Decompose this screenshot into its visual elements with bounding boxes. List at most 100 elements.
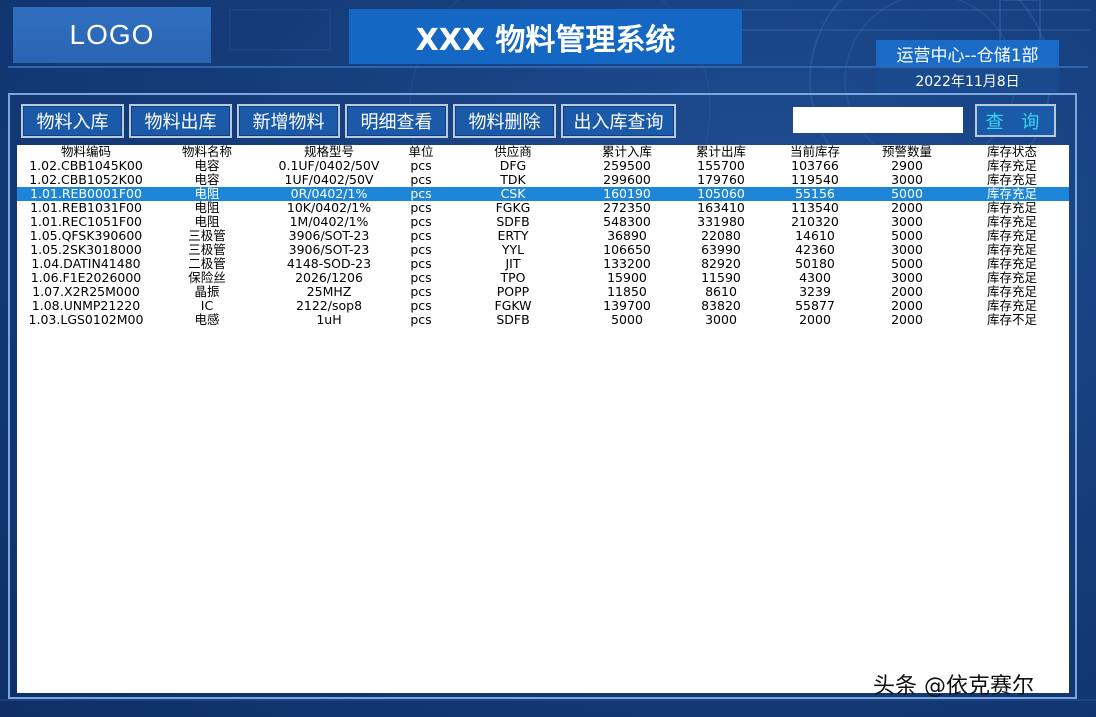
table-cell: FGKG — [495, 201, 531, 215]
table-cell: 1.03.LGS0102M00 — [28, 313, 144, 327]
table-row[interactable]: 1.05.2SK3018000 三极管 3906/SOT-23 pcs YYL 10665… — [17, 243, 1069, 257]
table-cell: IC — [200, 299, 214, 313]
stock-in-button[interactable]: 物料入库 — [21, 104, 124, 138]
table-cell: 3000 — [891, 243, 923, 257]
table-cell: 库存充足 — [986, 299, 1037, 313]
column-header: 预警数量 — [881, 145, 932, 159]
table-cell: pcs — [410, 313, 432, 327]
date-label: 2022年11月8日 — [876, 68, 1059, 94]
table-cell: 11850 — [607, 285, 647, 299]
table-cell: 2000 — [891, 313, 923, 327]
table-row[interactable]: 1.02.CBB1052K00 电容 1UF/0402/50V pcs TDK 29960… — [17, 173, 1069, 187]
table-cell: 1uH — [316, 313, 342, 327]
table-cell: 2000 — [891, 201, 923, 215]
table-cell: 2000 — [891, 299, 923, 313]
search-button[interactable]: 查 询 — [975, 104, 1056, 137]
column-header: 物料名称 — [181, 145, 232, 159]
search-input[interactable] — [793, 107, 963, 133]
table-cell: 3000 — [891, 173, 923, 187]
table-cell: pcs — [410, 201, 432, 215]
table-row[interactable]: 1.03.LGS0102M00 电感 1uH pcs SDFB 5000 3000 2000 2… — [17, 313, 1069, 327]
table-cell: 二极管 — [188, 257, 226, 271]
table-cell: 库存充足 — [986, 229, 1037, 243]
table-cell: 119540 — [791, 173, 839, 187]
header-divider — [8, 66, 1088, 68]
table-cell: 1.01.REB1031F00 — [30, 201, 142, 215]
table-cell: 1.07.X2R25M000 — [32, 285, 140, 299]
table-row[interactable]: 1.06.F1E2026000 保险丝 2026/1206 pcs TPO 15900 11… — [17, 271, 1069, 285]
table-cell: 库存充足 — [986, 285, 1037, 299]
table-cell: 113540 — [791, 201, 839, 215]
table-cell: 三极管 — [188, 229, 226, 243]
table-cell: pcs — [410, 257, 432, 271]
table-cell: 160190 — [603, 187, 651, 201]
table-cell: 4300 — [799, 271, 831, 285]
table-row[interactable]: 1.01.REB1031F00 电阻 10K/0402/1% pcs FGKG 27235… — [17, 201, 1069, 215]
table-row[interactable]: 1.08.UNMP21220 IC 2122/sop8 pcs FGKW 139700 83… — [17, 299, 1069, 313]
table-cell: 1.05.2SK3018000 — [30, 243, 142, 257]
table-cell: pcs — [410, 243, 432, 257]
table-cell: 163410 — [697, 201, 745, 215]
table-cell: 83820 — [701, 299, 741, 313]
table-row[interactable]: 1.01.REC1051F00 电阻 1M/0402/1% pcs SDFB 548300… — [17, 215, 1069, 229]
table-cell: 22080 — [701, 229, 741, 243]
table-cell: 82920 — [701, 257, 741, 271]
table-cell: 4148-SOD-23 — [286, 257, 372, 271]
column-header: 库存状态 — [986, 145, 1037, 159]
table-cell: 1.02.CBB1045K00 — [29, 159, 143, 173]
table-cell: 105060 — [697, 187, 745, 201]
stock-out-button[interactable]: 物料出库 — [129, 104, 232, 138]
table-cell: 5000 — [891, 257, 923, 271]
table-row[interactable]: 1.02.CBB1045K00 电容 0.1UF/0402/50V pcs DFG 259… — [17, 159, 1069, 173]
column-header: 物料编码 — [60, 145, 111, 159]
table-cell: 10K/0402/1% — [286, 201, 372, 215]
table-cell: FGKW — [494, 299, 532, 313]
table-cell: 1.05.QFSK390600 — [29, 229, 143, 243]
delete-material-button[interactable]: 物料删除 — [453, 104, 556, 138]
table-cell: 电阻 — [194, 215, 220, 229]
table-cell: 3000 — [891, 271, 923, 285]
table-cell: pcs — [410, 285, 432, 299]
table-cell: 1.08.UNMP21220 — [31, 299, 141, 313]
view-details-button[interactable]: 明细查看 — [345, 104, 448, 138]
table-cell: 库存不足 — [986, 313, 1037, 327]
table-row[interactable]: 1.07.X2R25M000 晶振 25MHZ pcs POPP 11850 8610 323… — [17, 285, 1069, 299]
table-cell: pcs — [410, 173, 432, 187]
table-cell: ERTY — [497, 229, 529, 243]
table-cell: 3906/SOT-23 — [288, 243, 370, 257]
table-cell: 5000 — [891, 187, 923, 201]
table-cell: 259500 — [603, 159, 651, 173]
table-cell: 11590 — [701, 271, 741, 285]
table-cell: 1.06.F1E2026000 — [30, 271, 142, 285]
app-title: XXX 物料管理系统 — [349, 9, 742, 64]
table-row[interactable]: 1.04.DATIN41480 二极管 4148-SOD-23 pcs JIT 13320… — [17, 257, 1069, 271]
table-cell: 1.04.DATIN41480 — [31, 257, 141, 271]
table-cell: 14610 — [795, 229, 835, 243]
table-cell: 库存充足 — [986, 257, 1037, 271]
table-cell: pcs — [410, 215, 432, 229]
table-cell: 电感 — [194, 313, 220, 327]
table-cell: 3000 — [705, 313, 737, 327]
table-header: 物料编码 物料名称 规格型号 单位 供应商 累计入库 累计出库 当前库存 预警数… — [17, 145, 1069, 159]
department-label: 运营中心--仓储1部 — [876, 40, 1059, 67]
table-cell: 25MHZ — [306, 285, 352, 299]
add-material-button[interactable]: 新增物料 — [237, 104, 340, 138]
inout-query-button[interactable]: 出入库查询 — [561, 104, 676, 138]
table-cell: SDFB — [496, 313, 530, 327]
table-cell: 133200 — [603, 257, 651, 271]
table-cell: 0R/0402/1% — [290, 187, 368, 201]
table-cell: pcs — [410, 159, 432, 173]
column-header: 累计入库 — [601, 145, 652, 159]
column-header: 当前库存 — [789, 145, 840, 159]
table-cell: 63990 — [701, 243, 741, 257]
table-cell: 0.1UF/0402/50V — [278, 159, 380, 173]
table-cell: 106650 — [603, 243, 651, 257]
table-cell: 1M/0402/1% — [289, 215, 369, 229]
table-cell: 5000 — [891, 229, 923, 243]
table-cell: 299600 — [603, 173, 651, 187]
table-row[interactable]: 1.01.REB0001F00 电阻 0R/0402/1% pcs CSK 160190 1… — [17, 187, 1069, 201]
table-cell: 电阻 — [194, 201, 220, 215]
table-cell: 3906/SOT-23 — [288, 229, 370, 243]
table-cell: 55156 — [795, 187, 835, 201]
table-row[interactable]: 1.05.QFSK390600 三极管 3906/SOT-23 pcs ERTY 3689… — [17, 229, 1069, 243]
